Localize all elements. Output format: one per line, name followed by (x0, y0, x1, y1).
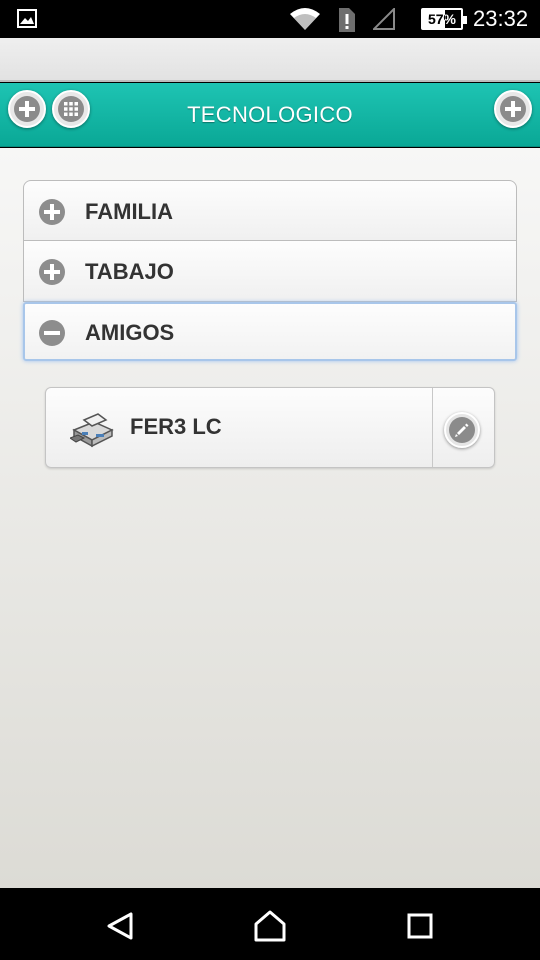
plus-icon (39, 199, 65, 225)
recents-icon[interactable] (400, 906, 440, 946)
content-area: FAMILIA TABAJO AMIGOS FER3 LC (0, 148, 540, 888)
group-item-tabajo[interactable]: TABAJO (23, 241, 517, 302)
home-icon[interactable] (250, 906, 290, 946)
minus-icon (39, 320, 65, 346)
pencil-icon (449, 417, 475, 443)
action-strip (0, 38, 540, 82)
wifi-icon (290, 8, 320, 30)
status-bar: 57% 23:32 (0, 0, 540, 38)
back-icon[interactable] (101, 906, 141, 946)
gallery-icon (17, 9, 37, 28)
group-label: FAMILIA (85, 199, 173, 224)
device-name: FER3 LC (130, 414, 222, 439)
battery-tip (463, 16, 467, 24)
group-label: TABAJO (85, 259, 174, 284)
plus-icon (39, 259, 65, 285)
add-icon (500, 96, 526, 122)
device-card[interactable]: FER3 LC (45, 387, 495, 468)
group-item-familia[interactable]: FAMILIA (23, 180, 517, 241)
add-button-right[interactable] (494, 90, 532, 128)
divider (432, 388, 433, 467)
page-title: TECNOLOGICO (187, 102, 353, 127)
header-bar: TECNOLOGICO (0, 83, 540, 147)
navigation-bar (0, 888, 540, 960)
group-list: FAMILIA TABAJO AMIGOS (23, 180, 517, 361)
group-item-amigos[interactable]: AMIGOS (23, 302, 517, 361)
clock: 23:32 (473, 6, 529, 31)
edit-button[interactable] (444, 412, 480, 448)
battery-text: 57% (427, 11, 457, 27)
alert-icon (339, 8, 355, 32)
battery-icon: 57% (421, 8, 467, 30)
group-label: AMIGOS (85, 320, 175, 345)
signal-icon (373, 8, 395, 30)
printer-icon (70, 413, 114, 448)
